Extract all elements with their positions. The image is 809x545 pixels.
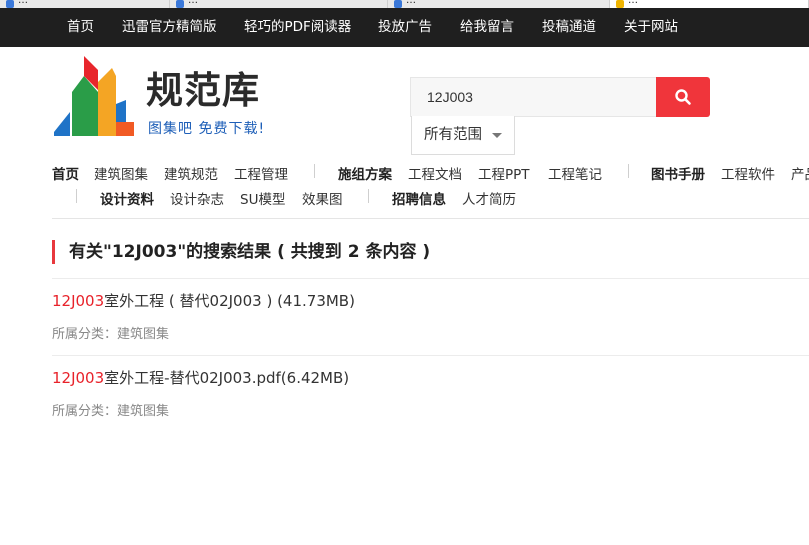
logo-brand-text: 规范库 <box>146 69 260 112</box>
search-scope-value: 所有范围 <box>424 127 482 143</box>
browser-tab[interactable]: … <box>0 0 170 8</box>
top-nav-bar: 首页 迅雷官方精简版 轻巧的PDF阅读器 投放广告 给我留言 投稿通道 关于网站 <box>0 8 809 47</box>
search-button[interactable] <box>656 77 710 117</box>
result-category: 所属分类：建筑图集 <box>52 404 170 419</box>
cat-eng-software[interactable]: 工程软件 <box>721 163 775 183</box>
nav-divider <box>76 189 77 203</box>
search-input[interactable] <box>410 77 657 117</box>
page-favicon-icon <box>394 0 402 8</box>
result-title-link[interactable]: 12J003室外工程 ( 替代02J003 ) (41.73MB) <box>52 290 355 311</box>
result-category: 所属分类：建筑图集 <box>52 327 170 342</box>
chevron-down-icon <box>492 133 502 138</box>
cat-books[interactable]: 图书手册 <box>651 163 705 183</box>
nav-divider <box>314 164 315 178</box>
cat-products[interactable]: 产品 <box>791 163 809 183</box>
page-favicon-icon <box>176 0 184 8</box>
result-keyword-highlight: 12J003 <box>52 369 105 387</box>
cat-renderings[interactable]: 效果图 <box>302 188 343 208</box>
divider <box>52 278 809 279</box>
top-nav-about[interactable]: 关于网站 <box>624 8 678 47</box>
top-nav-xunlei[interactable]: 迅雷官方精简版 <box>122 8 217 47</box>
cat-su-models[interactable]: SU模型 <box>240 188 285 208</box>
search-icon <box>675 89 691 105</box>
result-keyword-highlight: 12J003 <box>52 292 105 310</box>
top-nav-pdf-reader[interactable]: 轻巧的PDF阅读器 <box>244 8 351 47</box>
nav-divider <box>628 164 629 178</box>
browser-tab[interactable]: … <box>170 0 388 8</box>
top-nav-message[interactable]: 给我留言 <box>460 8 514 47</box>
page-favicon-icon <box>6 0 14 8</box>
logo-slogan: 图集吧 免费下载! <box>148 121 266 137</box>
cat-construction-plans[interactable]: 施组方案 <box>338 163 392 183</box>
result-title-text: 室外工程 ( 替代02J003 ) (41.73MB) <box>104 292 355 310</box>
top-nav-submit[interactable]: 投稿通道 <box>542 8 596 47</box>
result-title-text: 室外工程-替代02J003.pdf(6.42MB) <box>104 369 350 387</box>
cat-building-codes[interactable]: 建筑规范 <box>164 163 218 183</box>
browser-tab-active[interactable]: … <box>610 0 809 8</box>
top-nav-ads[interactable]: 投放广告 <box>378 8 432 47</box>
category-nav: 首页 建筑图集 建筑规范 工程管理 施组方案 工程文档 工程PPT 工程笔记 图… <box>0 160 809 210</box>
top-nav-home[interactable]: 首页 <box>67 8 94 47</box>
results-heading: 有关"12J003"的搜索结果 ( 共搜到 2 条内容 ) <box>52 240 430 264</box>
search-scope-select[interactable]: 所有范围 <box>411 116 515 155</box>
cat-home[interactable]: 首页 <box>52 163 79 183</box>
logo-buildings-icon <box>54 56 134 136</box>
divider <box>52 218 809 219</box>
cat-eng-notes[interactable]: 工程笔记 <box>548 163 602 183</box>
divider <box>52 355 809 356</box>
site-logo[interactable]: 规范库 图集吧 免费下载! <box>54 56 284 140</box>
cat-recruitment[interactable]: 招聘信息 <box>392 188 446 208</box>
browser-tab-strip: … … … … <box>0 0 809 8</box>
cat-resumes[interactable]: 人才简历 <box>462 188 516 208</box>
cat-eng-ppt[interactable]: 工程PPT <box>478 163 530 183</box>
result-title-link[interactable]: 12J003室外工程-替代02J003.pdf(6.42MB) <box>52 367 349 388</box>
cat-building-atlas[interactable]: 建筑图集 <box>94 163 148 183</box>
nav-divider <box>368 189 369 203</box>
cat-design-magazine[interactable]: 设计杂志 <box>170 188 224 208</box>
browser-tab[interactable]: … <box>388 0 610 8</box>
cat-eng-docs[interactable]: 工程文档 <box>408 163 462 183</box>
cat-project-mgmt[interactable]: 工程管理 <box>234 163 288 183</box>
page-favicon-icon <box>616 0 624 8</box>
cat-design-materials[interactable]: 设计资料 <box>100 188 154 208</box>
